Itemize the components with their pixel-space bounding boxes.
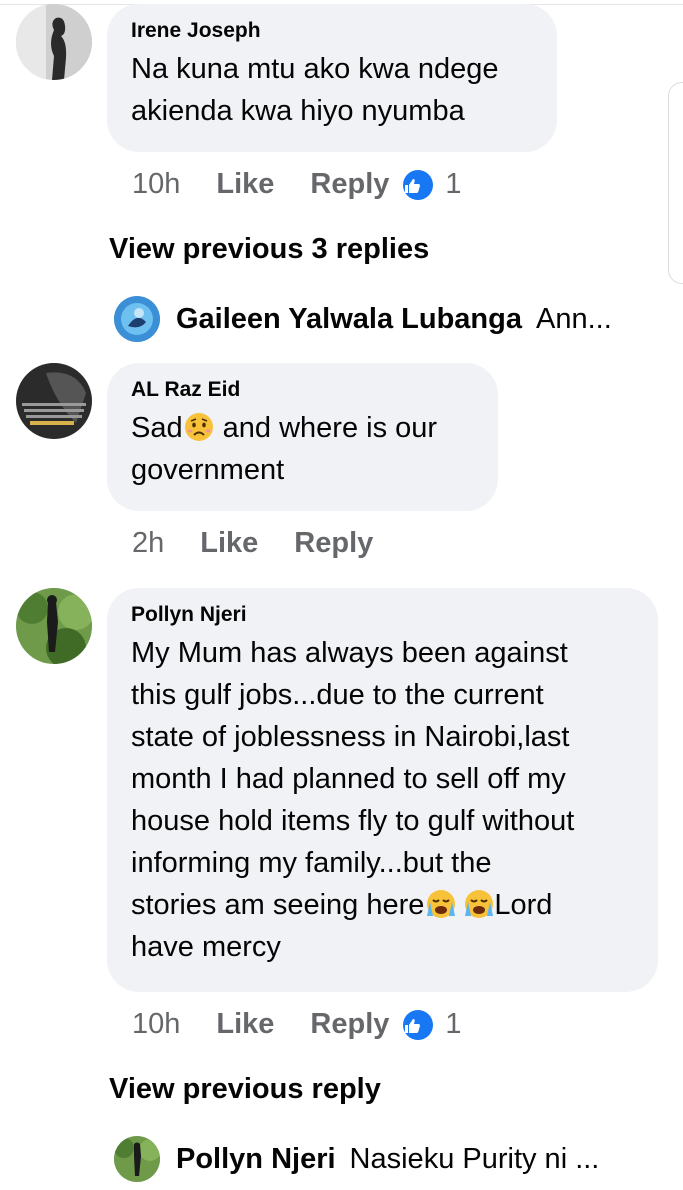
reply-snippet: Nasieku Purity ni ...: [349, 1142, 600, 1175]
comment-text-line: akienda kwa hiyo nyumba: [131, 95, 465, 127]
sad-face-emoji: [183, 411, 215, 443]
reply-button[interactable]: Reply: [310, 1008, 389, 1041]
view-previous-replies[interactable]: View previous 3 replies: [109, 233, 429, 266]
comment-text-line: house hold items fly to gulf without: [131, 805, 575, 837]
avatar-al-raz-eid[interactable]: [16, 363, 92, 439]
comment-text: Sad and where is our government: [131, 407, 474, 491]
avatar-irene-joseph[interactable]: [16, 4, 92, 80]
reply-button[interactable]: Reply: [294, 527, 373, 560]
reply-button[interactable]: Reply: [310, 168, 389, 201]
comment-actions: 10h Like Reply 1: [132, 168, 462, 201]
like-button[interactable]: Like: [200, 527, 258, 560]
comment-text-line: My Mum has always been against: [131, 637, 568, 669]
reply-preview[interactable]: Pollyn Njeri Nasieku Purity ni ...: [114, 1136, 599, 1182]
comment-time[interactable]: 2h: [132, 527, 164, 560]
loudly-crying-face-emoji: [424, 888, 456, 920]
comment-actions: 10h Like Reply 1: [132, 1008, 462, 1041]
comment-text-line: state of joblessness in Nairobi,last: [131, 721, 570, 753]
like-button[interactable]: Like: [216, 168, 274, 201]
comment-time[interactable]: 10h: [132, 168, 180, 201]
reaction-count[interactable]: 1: [445, 1008, 461, 1041]
comment-text-line: government: [131, 454, 285, 486]
reaction-count[interactable]: 1: [445, 168, 461, 201]
comment-text-line: this gulf jobs...due to the current: [131, 679, 544, 711]
thumbs-up-icon[interactable]: [403, 169, 434, 200]
comment-text-line: Sad and where is our: [131, 407, 474, 449]
comment-text-segment: stories am seeing here: [131, 889, 425, 921]
comment-time[interactable]: 10h: [132, 1008, 180, 1041]
comment-author[interactable]: Pollyn Njeri: [131, 602, 634, 628]
like-button[interactable]: Like: [216, 1008, 274, 1041]
avatar-pollyn-njeri-small: [114, 1136, 160, 1182]
side-card-edge: [668, 82, 683, 284]
comment-bubble: AL Raz Eid Sad and where is our governme…: [107, 363, 498, 511]
comment-author[interactable]: AL Raz Eid: [131, 377, 474, 403]
comment-actions: 2h Like Reply: [132, 527, 387, 560]
thumbs-up-icon[interactable]: [403, 1009, 434, 1040]
comment-text: Na kuna mtu ako kwa ndege akienda kwa hi…: [131, 48, 533, 132]
avatar-gaileen: [114, 296, 160, 342]
comment-author[interactable]: Irene Joseph: [131, 18, 533, 44]
comment-text-segment: Lord: [494, 889, 553, 921]
view-previous-replies[interactable]: View previous reply: [109, 1073, 381, 1106]
comment-bubble: Irene Joseph Na kuna mtu ako kwa ndege a…: [107, 4, 557, 152]
reply-author: Gaileen Yalwala Lubanga: [176, 302, 522, 335]
comment-text-line: month I had planned to sell off my: [131, 763, 566, 795]
comment-text: My Mum has always been against this gulf…: [131, 632, 634, 968]
comment-text-line: Na kuna mtu ako kwa ndege: [131, 53, 499, 85]
comment-text-line: informing my family...but the: [131, 847, 492, 879]
comment-text-segment: Sad: [131, 412, 183, 444]
comment-text-segment: and where is our: [214, 412, 438, 444]
reply-author: Pollyn Njeri: [176, 1142, 336, 1175]
reply-snippet: Ann...: [536, 302, 612, 335]
loudly-crying-face-emoji: [462, 888, 494, 920]
reply-preview[interactable]: Gaileen Yalwala Lubanga Ann...: [114, 296, 612, 342]
comment-text-line: have mercy: [131, 931, 281, 963]
comment-bubble: Pollyn Njeri My Mum has always been agai…: [107, 588, 658, 992]
comment-text-line: stories am seeing here Lord: [131, 884, 634, 926]
avatar-pollyn-njeri[interactable]: [16, 588, 92, 664]
